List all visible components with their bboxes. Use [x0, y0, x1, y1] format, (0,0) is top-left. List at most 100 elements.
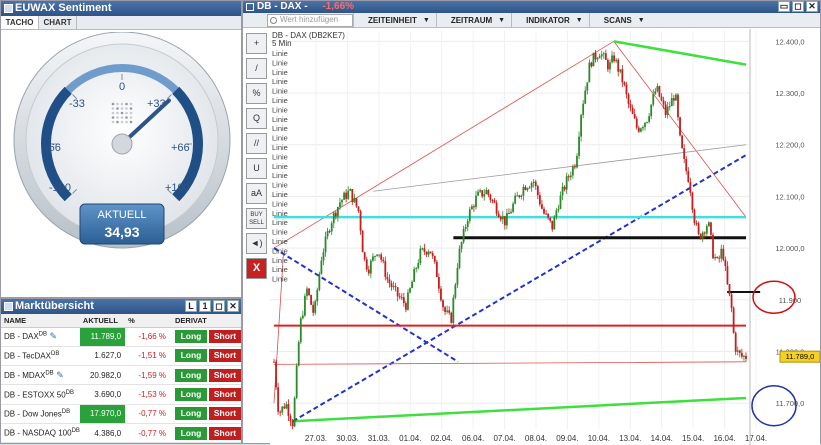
drawn-line-legend-item[interactable]: Linie [272, 58, 288, 67]
candle-body [493, 200, 496, 203]
drawn-line-legend-item[interactable]: Linie [272, 105, 288, 114]
close-icon[interactable]: ✕ [806, 1, 818, 12]
drawn-line-legend-item[interactable]: Linie [272, 77, 288, 86]
tab-chart[interactable]: CHART [39, 16, 77, 29]
maximize-icon[interactable]: ◻ [792, 1, 804, 12]
short-button[interactable]: Short [209, 388, 241, 402]
short-button[interactable]: Short [209, 407, 241, 421]
drawn-line-legend-item[interactable]: Linie [272, 246, 288, 255]
long-button[interactable]: Long [175, 407, 207, 421]
instrument-name[interactable]: DB - MDAXDB ✎ [1, 365, 80, 386]
drawn-line-legend-item[interactable]: Linie [272, 171, 288, 180]
drawn-line-legend-item[interactable]: Linie [272, 199, 288, 208]
drawn-line-legend-item[interactable]: Linie [272, 49, 288, 58]
candle-body [629, 104, 632, 108]
col-pct[interactable]: % [125, 314, 172, 328]
col-derivat[interactable]: DERIVAT [172, 314, 241, 328]
table-row[interactable]: DB - NASDAQ 100DB 4.386,0 -0,77 % Long Short [1, 423, 241, 444]
instrument-name[interactable]: DB - NASDAQ 100DB [1, 423, 80, 444]
menu-zeitraum[interactable]: ZEITRAUM ▼ [435, 12, 511, 28]
drawn-line-legend-item[interactable]: Linie [272, 124, 288, 133]
candle-body [660, 96, 663, 101]
instrument-name[interactable]: DB - TecDAXDB [1, 346, 80, 367]
close-icon[interactable]: ✕ [227, 300, 239, 312]
drawn-line-legend-item[interactable]: Linie [272, 218, 288, 227]
minimize-icon[interactable]: 1 [199, 300, 211, 312]
short-button[interactable]: Short [209, 368, 241, 382]
drawn-line-legend-item[interactable]: Linie [272, 228, 288, 237]
instrument-name[interactable]: DB - Dow JonesDB [1, 404, 80, 424]
table-row[interactable]: DB - DAXDB ✎ 11.789,0 -1,66 % Long Short [1, 327, 241, 347]
maximize-icon[interactable]: ◻ [213, 300, 225, 312]
minimize-icon[interactable]: ▭ [778, 1, 790, 12]
candle-body [388, 279, 391, 284]
channel-tool-icon[interactable]: // [246, 133, 267, 154]
candle-body [549, 217, 552, 221]
col-name[interactable]: NAME [1, 314, 80, 328]
candle-body [440, 288, 442, 301]
table-row[interactable]: DB - Dow JonesDB 17.970,0 -0,77 % Long Short [1, 404, 241, 424]
x-axis: 27.03. 30.03. 31.03. 01.04. 02.04. 06.04. 07.0… [305, 434, 767, 443]
drawn-line-legend-item[interactable]: Linie [272, 256, 288, 265]
sound-tool-icon[interactable]: ◄) [246, 233, 267, 254]
menu-zeiteinheit[interactable]: ZEITEINHEIT ▼ [353, 12, 436, 28]
drawn-line-legend-item[interactable]: Linie [272, 96, 288, 105]
price-chart[interactable]: 27.03. 30.03. 31.03. 01.04. 02.04. 06.04. 07.0… [270, 29, 820, 445]
long-button[interactable]: Long [175, 368, 207, 382]
drawn-line-legend-item[interactable]: Linie [272, 87, 288, 96]
delete-tool-icon[interactable]: X [246, 258, 267, 279]
instrument-name[interactable]: DB - DAXDB ✎ [1, 327, 80, 347]
percent-tool-icon[interactable]: % [246, 83, 267, 104]
candle-body [448, 310, 451, 313]
x-tick-label: 02.04. [431, 434, 453, 443]
long-button[interactable]: Long [175, 388, 207, 402]
drawn-line-legend-item[interactable]: Linie [272, 115, 288, 124]
short-button[interactable]: Short [209, 330, 241, 344]
curve-tool-icon[interactable]: U [246, 158, 267, 179]
table-row[interactable]: DB - MDAXDB ✎ 20.982,0 -1,59 % Long Short [1, 365, 241, 386]
drawn-line-legend-item[interactable]: Linie [272, 181, 288, 190]
add-value-search[interactable]: Wert hinzufügen [267, 13, 353, 27]
long-button[interactable]: Long [175, 330, 207, 344]
edit-pen-icon[interactable]: ✎ [54, 370, 64, 380]
text-tool-icon[interactable]: aA [246, 183, 267, 204]
sentiment-titlebar: EUWAX Sentiment [1, 1, 241, 16]
list-view-icon[interactable]: L [185, 300, 197, 312]
euwax-sentiment-panel: EUWAX Sentiment TACHO CHART -33 0 +33 -6… [0, 0, 242, 298]
short-button[interactable]: Short [209, 426, 241, 440]
gauge-dot [129, 102, 133, 106]
long-button[interactable]: Long [175, 349, 207, 363]
drawn-line-legend-item[interactable]: Linie [272, 209, 288, 218]
buy-sell-tool-icon[interactable]: BUY SELL [246, 208, 267, 229]
candle-body [648, 116, 651, 122]
drawn-line-legend-item[interactable]: Linie [272, 265, 288, 274]
crosshair-tool-icon[interactable]: + [246, 33, 267, 54]
candle-body [740, 352, 743, 357]
drawn-line-legend-item[interactable]: Linie [272, 134, 288, 143]
line-tool-icon[interactable]: / [246, 58, 267, 79]
candle-body [592, 52, 595, 67]
candle-body [398, 296, 401, 298]
table-row[interactable]: DB - TecDAXDB 1.627,0 -1,51 % Long Short [1, 346, 241, 367]
long-button[interactable]: Long [175, 426, 207, 440]
edit-pen-icon[interactable]: ✎ [47, 331, 58, 341]
tab-tacho[interactable]: TACHO [1, 16, 39, 29]
candle-body [604, 53, 607, 60]
drawn-line-legend-item[interactable]: Linie [272, 275, 288, 284]
short-button[interactable]: Short [209, 349, 241, 363]
instrument-name[interactable]: DB - ESTOXX 50DB [1, 384, 80, 405]
drawn-line-legend-item[interactable]: Linie [272, 152, 288, 161]
table-row[interactable]: DB - ESTOXX 50DB 3.690,0 -1,53 % Long Short [1, 384, 241, 405]
drawn-line-legend-item[interactable]: Linie [272, 68, 288, 77]
menu-scans[interactable]: SCANS ▼ [588, 12, 651, 28]
drawn-line-legend-item[interactable]: Linie [272, 162, 288, 171]
menu-indikator[interactable]: INDIKATOR ▼ [511, 12, 589, 28]
drawn-line-legend-item[interactable]: Linie [272, 237, 288, 246]
col-aktuell[interactable]: AKTUELL [79, 314, 126, 328]
drawn-line-legend-item[interactable]: Linie [272, 190, 288, 199]
drawn-line-legend-item[interactable]: Linie [272, 143, 288, 152]
y-tick-label: 12.400,0 [775, 37, 804, 46]
zoom-tool-icon[interactable]: Q [246, 108, 267, 129]
candle-body [435, 261, 438, 278]
candle-body [654, 91, 657, 95]
